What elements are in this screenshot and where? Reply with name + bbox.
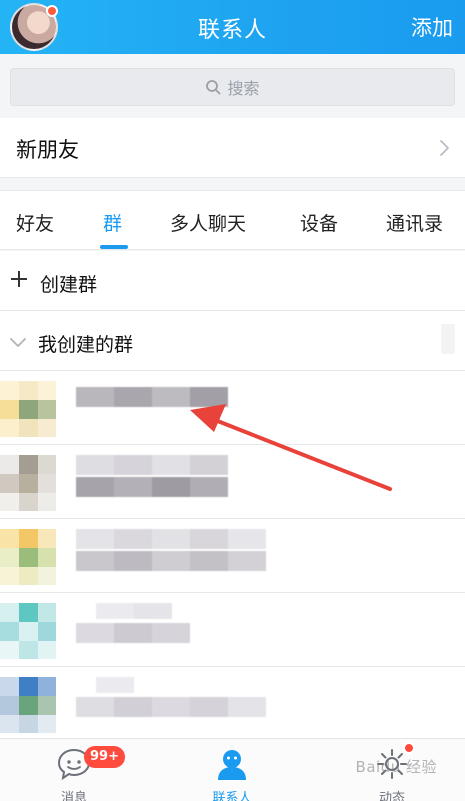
group-avatar xyxy=(0,455,56,511)
nav-label-contacts: 联系人 xyxy=(212,791,252,801)
new-friends-label: 新朋友 xyxy=(16,138,79,162)
nav-label-moments: 动态 xyxy=(378,791,405,801)
watermark: Baidu 经验 xyxy=(355,758,437,776)
plus-icon xyxy=(11,271,27,287)
group-avatar xyxy=(0,603,56,659)
search-input[interactable]: 搜索 xyxy=(10,68,455,106)
group-row[interactable] xyxy=(0,519,465,593)
group-avatar xyxy=(0,381,56,437)
active-tab-indicator xyxy=(100,245,128,249)
nav-label-messages: 消息 xyxy=(60,791,87,801)
nav-contacts[interactable]: 联系人 xyxy=(211,747,253,801)
group-name-redacted xyxy=(76,455,228,497)
search-area: 搜索 xyxy=(0,54,465,118)
contacts-icon xyxy=(218,750,246,780)
group-row[interactable] xyxy=(0,445,465,519)
tab-address-book[interactable]: 通讯录 xyxy=(386,209,443,236)
tab-friends[interactable]: 好友 xyxy=(16,209,54,236)
group-name-redacted xyxy=(76,677,266,717)
group-row[interactable] xyxy=(0,593,465,667)
add-button[interactable]: 添加 xyxy=(411,12,453,42)
contacts-screen: 联系人 添加 搜索 新朋友 好友 群 多人聊天 设备 通讯录 创建群 我创建的群… xyxy=(0,0,465,801)
my-groups-label: 我创建的群 xyxy=(38,334,134,356)
group-avatar xyxy=(0,529,56,585)
top-bar: 联系人 添加 xyxy=(0,0,465,54)
tab-multi-chat[interactable]: 多人聊天 xyxy=(170,209,246,236)
group-row[interactable] xyxy=(0,371,465,445)
my-groups-header[interactable]: 我创建的群 xyxy=(0,311,465,371)
search-placeholder: 搜索 xyxy=(227,79,260,98)
group-avatar xyxy=(0,677,56,733)
new-friends-row[interactable]: 新朋友 xyxy=(0,118,465,178)
chevron-right-icon xyxy=(440,140,449,156)
search-icon xyxy=(206,80,221,95)
group-name-redacted xyxy=(76,387,228,407)
group-name-redacted xyxy=(76,603,190,643)
page-title: 联系人 xyxy=(197,18,267,43)
tab-devices[interactable]: 设备 xyxy=(300,209,338,236)
create-group-label: 创建群 xyxy=(40,274,98,296)
contacts-tabs: 好友 群 多人聊天 设备 通讯录 xyxy=(0,190,465,250)
create-group-row[interactable]: 创建群 xyxy=(0,251,465,311)
chevron-down-icon xyxy=(10,338,26,347)
unread-badge: 99+ xyxy=(84,746,125,768)
group-name-redacted xyxy=(76,529,266,571)
index-scrollbar[interactable] xyxy=(441,324,455,354)
tab-groups[interactable]: 群 xyxy=(103,209,122,236)
group-row[interactable] xyxy=(0,667,465,741)
moments-notification-dot xyxy=(403,742,415,754)
